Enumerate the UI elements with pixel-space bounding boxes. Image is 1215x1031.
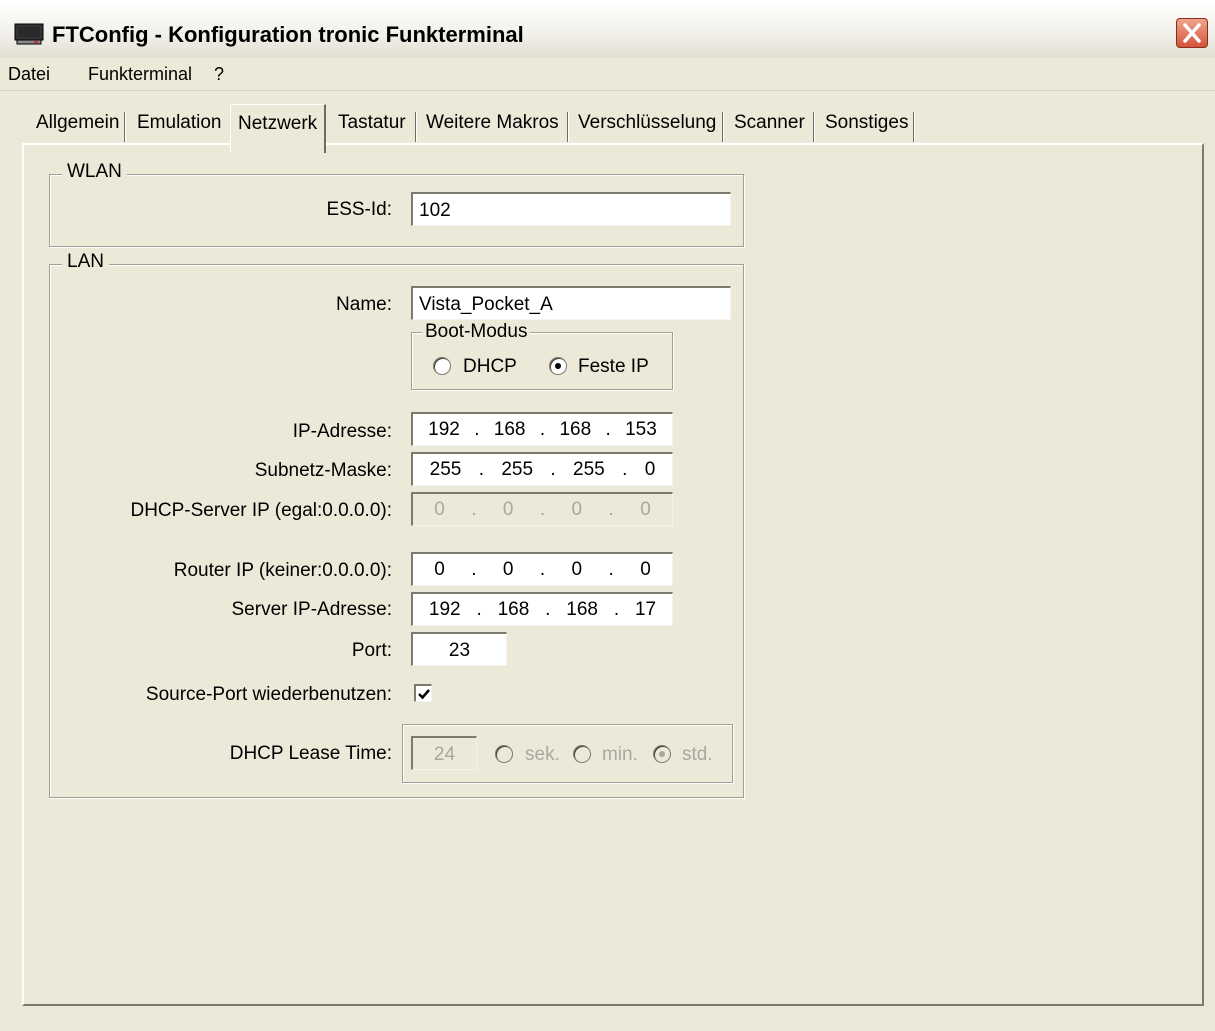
port-input[interactable]: 23 [411, 632, 507, 666]
router-ip-label: Router IP (keiner:0.0.0.0): [173, 560, 392, 581]
menu-help[interactable]: ? [214, 64, 224, 85]
menu-datei[interactable]: Datei [8, 64, 50, 85]
reuse-source-port-checkbox[interactable] [414, 684, 432, 702]
tab-netzwerk[interactable]: Netzwerk [230, 104, 327, 153]
lease-unit-min-radio[interactable] [573, 745, 591, 763]
app-window: FTConfig - Konfiguration tronic Funkterm… [0, 0, 1215, 1031]
tab-emulation[interactable]: Emulation [137, 112, 222, 142]
menu-funkterminal[interactable]: Funkterminal [88, 64, 192, 85]
dhcp-lease-time-label: DHCP Lease Time: [229, 743, 392, 764]
tab-separator [124, 112, 125, 142]
boot-mode-label: Boot-Modus [422, 321, 531, 343]
window-title: FTConfig - Konfiguration tronic Funkterm… [52, 22, 524, 47]
tab-separator [415, 112, 416, 142]
name-label: Name: [336, 294, 392, 315]
subnet-mask-label: Subnetz-Maske: [254, 460, 392, 481]
terminal-app-icon [14, 23, 44, 45]
tab-separator [813, 112, 814, 142]
lease-unit-std-label: std. [682, 744, 713, 765]
lease-unit-sek-radio[interactable] [495, 745, 513, 763]
ip-address-input[interactable]: 192. 168. 168. 153 [411, 412, 673, 446]
server-ip-label: Server IP-Adresse: [231, 599, 393, 620]
tab-separator [913, 112, 914, 142]
server-ip-input[interactable]: 192. 168. 168. 17 [411, 592, 673, 626]
title-bar[interactable]: FTConfig - Konfiguration tronic Funkterm… [0, 0, 1215, 59]
lease-unit-std-radio[interactable] [653, 745, 671, 763]
boot-dhcp-label: DHCP [463, 356, 517, 377]
ip-address-label: IP-Adresse: [292, 421, 392, 442]
boot-fixed-ip-radio[interactable] [549, 357, 567, 375]
boot-fixed-ip-label: Feste IP [578, 356, 649, 377]
tab-scanner[interactable]: Scanner [734, 112, 805, 142]
tab-separator [567, 112, 568, 142]
lease-time-input[interactable]: 24 [411, 736, 477, 770]
lease-unit-sek-label: sek. [525, 744, 560, 765]
close-button[interactable] [1176, 18, 1208, 48]
port-label: Port: [351, 640, 392, 661]
boot-dhcp-radio[interactable] [433, 357, 451, 375]
dhcp-server-label: DHCP-Server IP (egal:0.0.0.0): [130, 500, 392, 521]
tab-strip: Allgemein Emulation Netzwerk Tastatur We… [0, 100, 1215, 153]
name-input[interactable]: Vista_Pocket_A [411, 286, 731, 320]
wlan-group-label: WLAN [62, 161, 127, 183]
tab-separator [722, 112, 723, 142]
subnet-mask-input[interactable]: 255. 255. 255. 0 [411, 452, 673, 486]
ess-id-input[interactable]: 102 [411, 192, 731, 226]
lease-unit-min-label: min. [602, 744, 638, 765]
reuse-source-port-label: Source-Port wiederbenutzen: [145, 684, 392, 705]
close-icon [1183, 23, 1201, 43]
tab-allgemein[interactable]: Allgemein [36, 112, 119, 142]
router-ip-input[interactable]: 0.0.0.0 [411, 552, 673, 586]
tab-verschluesselung[interactable]: Verschlüsselung [578, 112, 716, 142]
dhcp-server-input[interactable]: 0.0.0.0 [411, 492, 673, 526]
tab-tastatur[interactable]: Tastatur [338, 112, 406, 142]
ess-id-label: ESS-Id: [326, 199, 392, 220]
menu-bar: Datei Funkterminal ? [0, 58, 1215, 91]
tab-weitere-makros[interactable]: Weitere Makros [426, 112, 559, 142]
tab-sonstiges[interactable]: Sonstiges [825, 112, 908, 142]
lan-group-label: LAN [62, 251, 109, 273]
checkmark-icon [418, 689, 430, 700]
